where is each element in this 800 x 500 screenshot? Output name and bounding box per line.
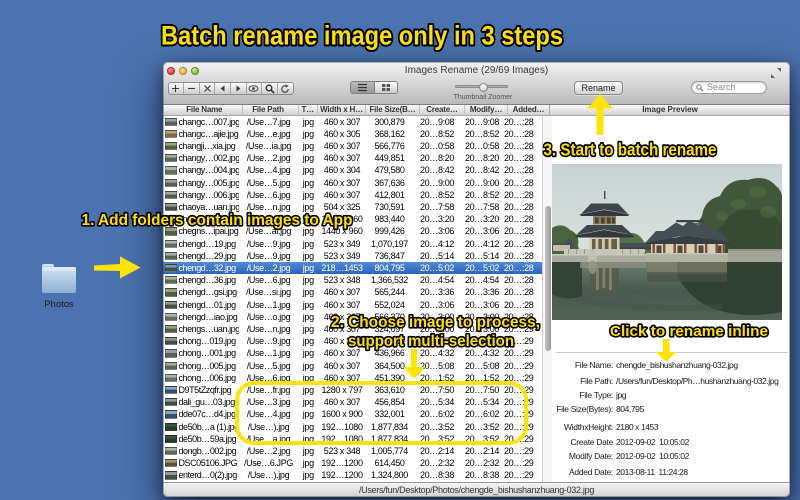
svg-text:Batch rename image only in 3 s: Batch rename image only in 3 steps [161, 21, 563, 51]
